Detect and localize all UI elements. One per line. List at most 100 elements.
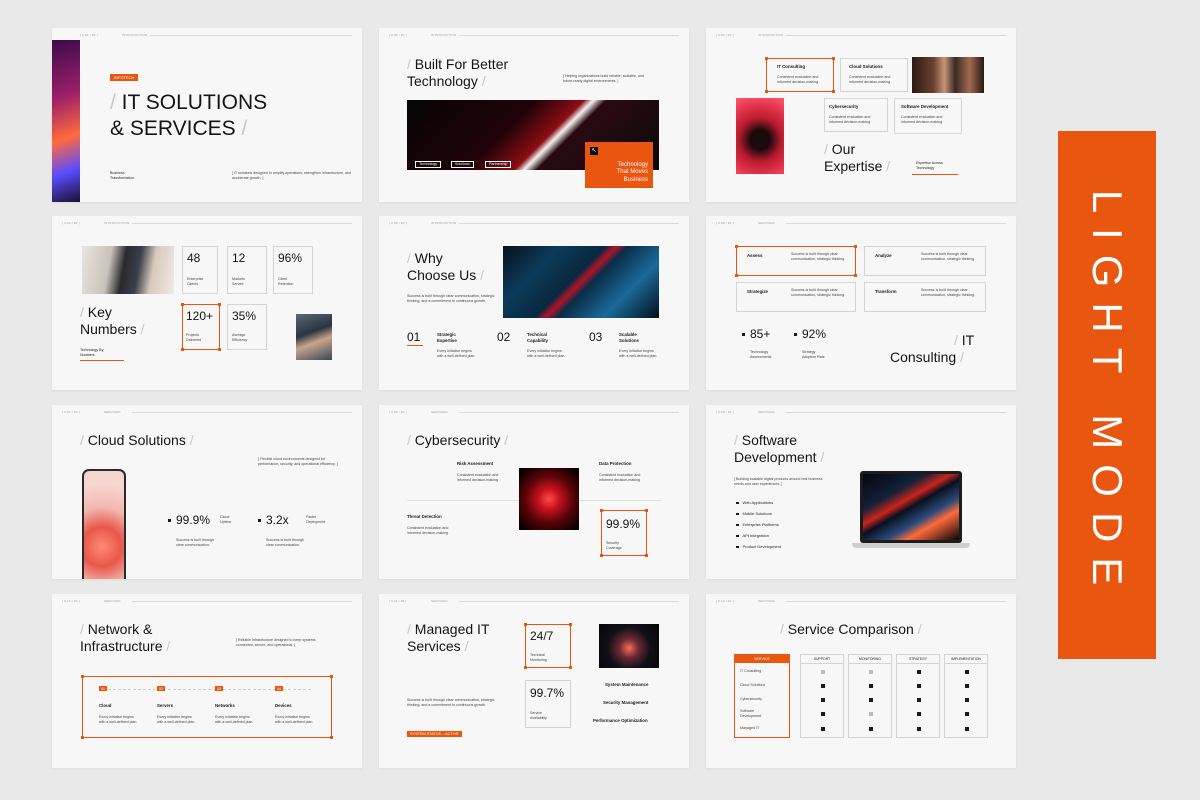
infotech-badge: INFOTECH — [110, 74, 139, 81]
step-card-assess[interactable]: Assess Success is built through clear co… — [735, 245, 857, 277]
slide-number: [ 0.10 / 20 ] — [62, 599, 80, 603]
list-item: Product Development — [736, 544, 781, 549]
section-label: SERVICES — [104, 410, 121, 414]
title-line-2: Numbers / — [80, 321, 145, 337]
slide-number: [ 0.09 / 20 ] — [716, 410, 734, 414]
slide-cybersecurity[interactable]: [ 0.08 / 20 ] SERVICES / Cybersecurity / … — [379, 405, 689, 579]
title-line-1: / Built For Better — [407, 56, 509, 72]
slide-header: [ 0.01 / 20 ] INTRODUCTION — [80, 33, 352, 39]
item-number-02: 02 — [497, 330, 511, 344]
item-label-data: Data Protection — [599, 461, 632, 466]
tag-solutions: Solutions — [451, 161, 474, 168]
item-number-03: 03 — [589, 330, 603, 344]
tag-technology: Technology — [415, 161, 442, 168]
circuit-photo — [503, 246, 659, 318]
stat-desc-deployment: Success is built through clear communica… — [266, 538, 304, 547]
headphones-photo — [736, 98, 784, 174]
check-icon — [965, 670, 969, 674]
slide-header: [ 0.12 / 20 ] SERVICES — [716, 599, 1006, 605]
slide-built-for-better[interactable]: [ 0.02 / 20 ] INTRODUCTION / Built For Be… — [379, 28, 689, 202]
check-icon — [869, 727, 873, 731]
check-icon — [869, 670, 873, 674]
slide-header: [ 0.03 / 20 ] INTRODUCTION — [716, 33, 1006, 39]
check-icon — [917, 684, 921, 688]
column-header-service: SERVICE — [735, 655, 789, 663]
slide-description: [ Reliable infrastructure designed to ke… — [236, 638, 316, 647]
row-label: IT Consulting — [740, 669, 762, 673]
title-line-1: / Network & — [80, 621, 153, 637]
stat-card-client-retention: 96% Client Retention — [273, 246, 313, 294]
stat-bullet-icon — [742, 333, 745, 336]
slide-our-expertise[interactable]: [ 0.03 / 20 ] INTRODUCTION IT Consulting … — [706, 28, 1016, 202]
expertise-card-it-consulting[interactable]: IT Consulting Consistent evaluation and … — [765, 57, 835, 93]
section-label: SERVICES — [758, 221, 775, 225]
slide-number: [ 0.12 / 20 ] — [716, 599, 734, 603]
laptop-mockup — [852, 471, 970, 551]
tag-partnership: Partnership — [485, 161, 512, 168]
check-icon — [917, 670, 921, 674]
phone-mockup — [82, 469, 126, 579]
slide-it-solutions[interactable]: [ 0.01 / 20 ] INTRODUCTION INFOTECH / IT … — [52, 28, 362, 202]
slide-it-consulting[interactable]: [ 0.06 / 20 ] SERVICES Assess Success is … — [706, 216, 1016, 390]
laptop-photo — [52, 40, 80, 202]
item-desc-strategic: Every initiative begins with a well-defi… — [437, 349, 476, 358]
slide-software-development[interactable]: [ 0.09 / 20 ] SERVICES / Software Develop… — [706, 405, 1016, 579]
title-line-1: / Why — [407, 250, 443, 266]
step-number-04: 04 — [275, 686, 283, 691]
slide-service-comparison[interactable]: [ 0.12 / 20 ] SERVICES / Service Comparis… — [706, 594, 1016, 768]
title-line-2: Development / — [734, 449, 825, 465]
slide-network-infrastructure[interactable]: [ 0.10 / 20 ] SERVICES / Network & Infras… — [52, 594, 362, 768]
stat-bullet-icon — [794, 333, 797, 336]
check-icon — [821, 670, 825, 674]
comparison-column-implementation: IMPLEMENTATION — [944, 654, 988, 738]
row-label: Managed IT — [740, 726, 760, 730]
network-photo — [519, 468, 579, 530]
slide-header: [ 0.06 / 20 ] SERVICES — [716, 221, 1006, 227]
stat-label-assessments: Technology Assessments — [750, 350, 772, 359]
section-label: INTRODUCTION — [122, 33, 148, 37]
slide-description: [ Building scalable digital products aro… — [734, 477, 823, 486]
list-item: API Integration — [736, 533, 769, 538]
list-item: Enterprise Platforms — [736, 522, 779, 527]
slide-number: [ 0.06 / 20 ] — [716, 221, 734, 225]
section-label: INTRODUCTION — [431, 221, 457, 225]
step-card-strategize[interactable]: Strategize Success is built through clea… — [736, 282, 856, 312]
slide-why-choose-us[interactable]: [ 0.05 / 20 ] INTRODUCTION / Why Choose U… — [379, 216, 689, 390]
stat-card-projects-delivered: 120+ Projects Delivered — [181, 303, 221, 351]
overlay-text: Technology That Moves Business — [616, 161, 648, 183]
title-line-1: / Key — [80, 304, 112, 320]
section-label: SERVICES — [431, 410, 448, 414]
section-label: INTRODUCTION — [431, 33, 457, 37]
expertise-card-cybersecurity[interactable]: Cybersecurity Consistent evaluation and … — [824, 98, 888, 132]
slide-cloud-solutions[interactable]: [ 0.07 / 20 ] SERVICES / Cloud Solutions … — [52, 405, 362, 579]
stat-value-adoption: 92% — [802, 327, 827, 341]
stat-label-uptime: Cloud Uptime — [220, 515, 232, 524]
slide-header: [ 0.04 / 20 ] INTRODUCTION — [62, 221, 352, 227]
expertise-card-software-development[interactable]: Software Development Consistent evaluati… — [894, 98, 962, 134]
check-icon — [965, 727, 969, 731]
row-label: Cloud Solutions — [740, 683, 766, 687]
check-icon — [965, 698, 969, 702]
list-item: System Maintenance — [605, 682, 649, 687]
row-label: Cybersecurity — [740, 697, 762, 701]
stat-bullet-icon — [168, 519, 171, 522]
title-line-2: Services / — [407, 638, 469, 654]
slide-description: Success is built through clear communica… — [407, 294, 495, 303]
step-card-transform[interactable]: Transform Success is built through clear… — [864, 282, 986, 312]
comparison-column-support: SUPPORT — [800, 654, 844, 738]
step-number-01: 01 — [99, 686, 107, 691]
slide-header: [ 0.07 / 20 ] SERVICES — [62, 410, 352, 416]
item-number-01: 01 — [407, 330, 421, 344]
check-icon — [869, 698, 873, 702]
slide-key-numbers[interactable]: [ 0.04 / 20 ] INTRODUCTION 48 Enterprise … — [52, 216, 362, 390]
stat-value-deployment: 3.2x — [266, 513, 289, 527]
expertise-card-cloud-solutions[interactable]: Cloud Solutions Consistent evaluation an… — [840, 58, 908, 92]
tablet-photo — [296, 314, 332, 360]
step-card-analyze[interactable]: Analyze Success is built through clear c… — [864, 246, 986, 276]
section-label: SERVICES — [758, 410, 775, 414]
comparison-column-strategy: STRATEGY — [896, 654, 940, 738]
stat-card-average-efficiency: 35% Average Efficiency — [227, 304, 267, 350]
slide-managed-it[interactable]: [ 0.11 / 20 ] SERVICES / Managed IT Servi… — [379, 594, 689, 768]
title-line-1: / Managed IT — [407, 621, 490, 637]
section-label: INTRODUCTION — [758, 33, 784, 37]
